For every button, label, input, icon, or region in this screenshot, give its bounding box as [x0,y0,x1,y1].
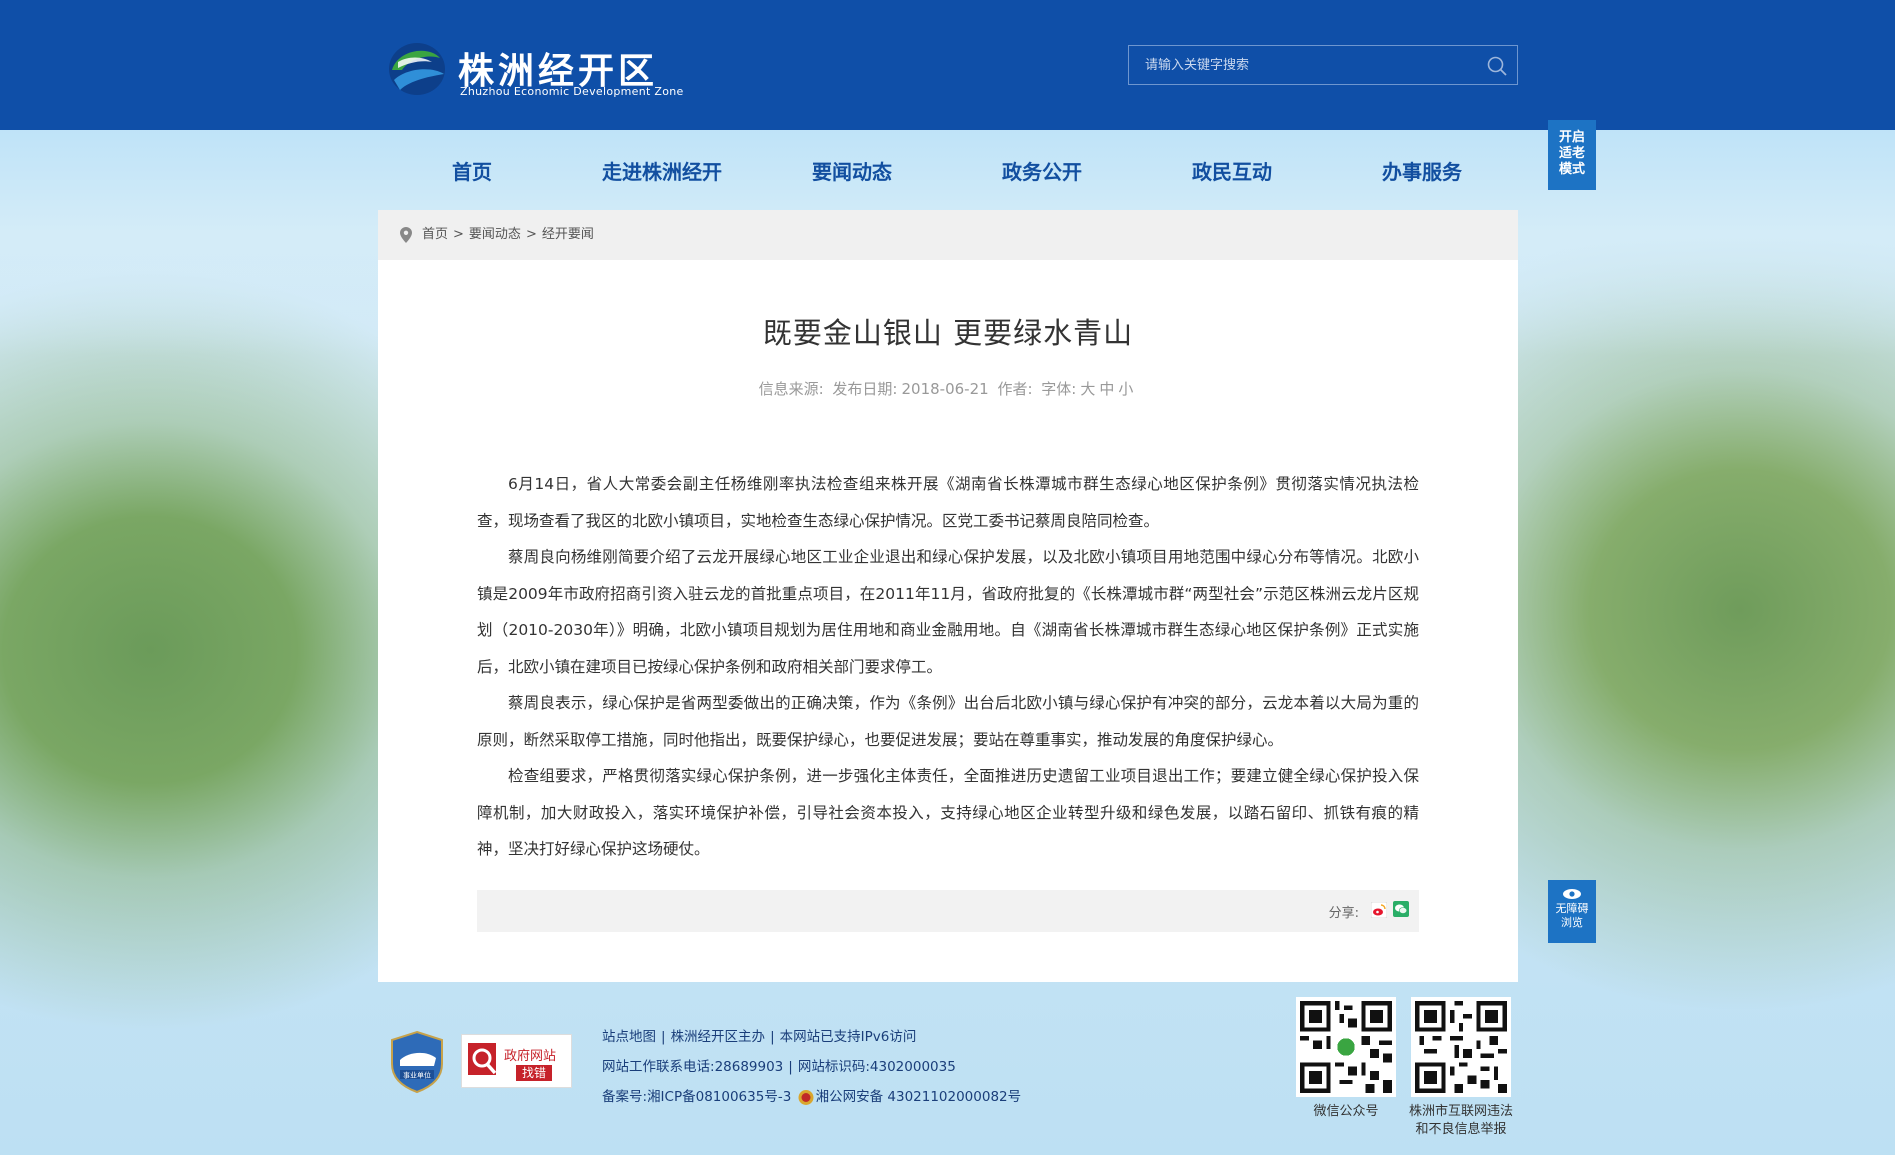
article-title: 既要金山银山 更要绿水青山 [762,316,1134,350]
font-medium-button[interactable]: 中 [1099,380,1114,398]
article-panel: 首页 > 要闻动态 > 经开要闻 既要金山银山 更要绿水青山 信息来源: 发布日期: 20… [378,210,1518,982]
police-badge-icon [798,1089,814,1105]
breadcrumb-current[interactable]: 经开要闻 [542,227,594,242]
nav-gov-affairs[interactable]: 政务公开 [1002,156,1082,185]
site-id-label: 网站标识码: [797,1059,870,1075]
wechat-qr-code [1296,997,1396,1097]
elder-mode-text-2: 适老 [1558,146,1585,161]
footer-info: 站点地图 | 株洲经开区主办 | 本网站已支持IPv6访问 网站工作联系电话:28689… [602,1022,1021,1112]
report-qr-label-line1: 株洲市互联网违法 [1408,1104,1513,1119]
magnifier-report-icon [468,1043,497,1075]
search-input[interactable] [1129,46,1469,84]
author-label: 作者: [997,380,1033,398]
font-small-button[interactable]: 小 [1118,380,1133,398]
footer-icp-row: 备案号:湘ICP备08100635号-3 湘公网安备 4302110200008… [602,1082,1021,1112]
phone-label: 网站工作联系电话: [602,1059,715,1075]
paragraph: 蔡周良向杨维刚简要介绍了云龙开展绿心地区工业企业退出和绿心保护发展，以及北欧小镇… [477,548,1419,676]
main-nav: 首页 走进株洲经开 要闻动态 政务公开 政民互动 办事服务 [0,130,1895,210]
elder-mode-button[interactable]: 开启 适老 模式 [1548,120,1596,190]
sitemap-link[interactable]: 站点地图 [602,1029,656,1045]
site-id: 4302000035 [869,1059,956,1075]
public-institution-badge-icon[interactable]: 事业单位 [390,1030,444,1094]
date-label: 发布日期: [832,380,898,398]
paragraph: 蔡周良表示，绿心保护是省两型委做出的正确决策，作为《条例》出台后北欧小镇与绿心保… [477,694,1419,749]
accessibility-text-2: 浏览 [1561,916,1583,929]
source-label: 信息来源: [758,380,824,398]
elder-mode-text-3: 模式 [1558,162,1585,177]
search-icon[interactable] [1485,54,1509,78]
gov-site-error-report[interactable]: 政府网站 找错 [461,1034,572,1088]
breadcrumb-home[interactable]: 首页 [422,227,448,242]
site-header: 株洲经开区 Zhuzhou Economic Development Zone [0,0,1895,130]
publish-date: 2018-06-21 [901,380,989,398]
paragraph: 6月14日，省人大常委会副主任杨维刚率执法检查组来株开展《湖南省长株潭城市群生态… [477,475,1419,530]
ipv6-text: 本网站已支持IPv6访问 [779,1029,917,1045]
breadcrumb: 首页 > 要闻动态 > 经开要闻 [378,210,1518,260]
share-label: 分享: [1328,906,1359,921]
wechat-share-icon[interactable] [1393,901,1409,917]
search-box [1128,45,1518,85]
report-qr-label-line2: 和不良信息举报 [1415,1122,1507,1137]
nav-services[interactable]: 办事服务 [1382,156,1462,185]
police-record-link[interactable]: 湘公网安备 43021102000082号 [816,1089,1022,1105]
report-qr-code [1411,997,1511,1097]
gov-site-text: 政府网站 [504,1049,557,1064]
qr-code-image [1300,1001,1392,1093]
share-bar: 分享: [477,890,1419,932]
footer-links-row: 站点地图 | 株洲经开区主办 | 本网站已支持IPv6访问 [602,1029,917,1045]
host-text: 株洲经开区主办 [670,1029,766,1045]
find-error-text: 找错 [516,1065,553,1081]
icp-label: 备案号: [602,1089,648,1105]
nav-interaction[interactable]: 政民互动 [1192,156,1272,185]
article-meta: 信息来源: 发布日期: 2018-06-21 作者: 字体: 大中小 [378,378,1518,399]
logo-icon [389,43,445,95]
site-logo[interactable]: 株洲经开区 Zhuzhou Economic Development Zone [388,40,688,102]
article-body: 6月14日，省人大常委会副主任杨维刚率执法检查组来株开展《湖南省长株潭城市群生态… [477,466,1419,868]
accessibility-button[interactable]: 无障碍 浏览 [1548,880,1596,943]
nav-about[interactable]: 走进株洲经开 [602,156,722,185]
breadcrumb-news[interactable]: 要闻动态 [469,227,521,242]
eye-icon [1563,889,1581,899]
badge-unit-text: 事业单位 [403,1071,431,1080]
wechat-qr-label: 微信公众号 [1313,1104,1379,1119]
font-size-label: 字体: [1041,380,1077,398]
site-name-en: Zhuzhou Economic Development Zone [460,85,684,98]
accessibility-text-1: 无障碍 [1555,902,1589,915]
icp-link[interactable]: 湘ICP备08100635号-3 [647,1089,791,1105]
nav-news[interactable]: 要闻动态 [812,156,892,185]
qr-code-image [1415,1001,1507,1093]
report-qr-label: 株洲市互联网违法 和不良信息举报 [1401,1103,1521,1139]
font-large-button[interactable]: 大 [1080,380,1095,398]
footer-contact-row: 网站工作联系电话:28689903 | 网站标识码:4302000035 [602,1059,956,1075]
paragraph: 检查组要求，严格贯彻落实绿心保护条例，进一步强化主体责任，全面推进历史遗留工业项… [477,767,1419,858]
weibo-share-icon[interactable] [1371,902,1387,918]
location-pin-icon [400,227,412,243]
phone-number: 28689903 [714,1059,784,1075]
elder-mode-text-1: 开启 [1558,130,1585,145]
nav-home[interactable]: 首页 [452,156,492,185]
